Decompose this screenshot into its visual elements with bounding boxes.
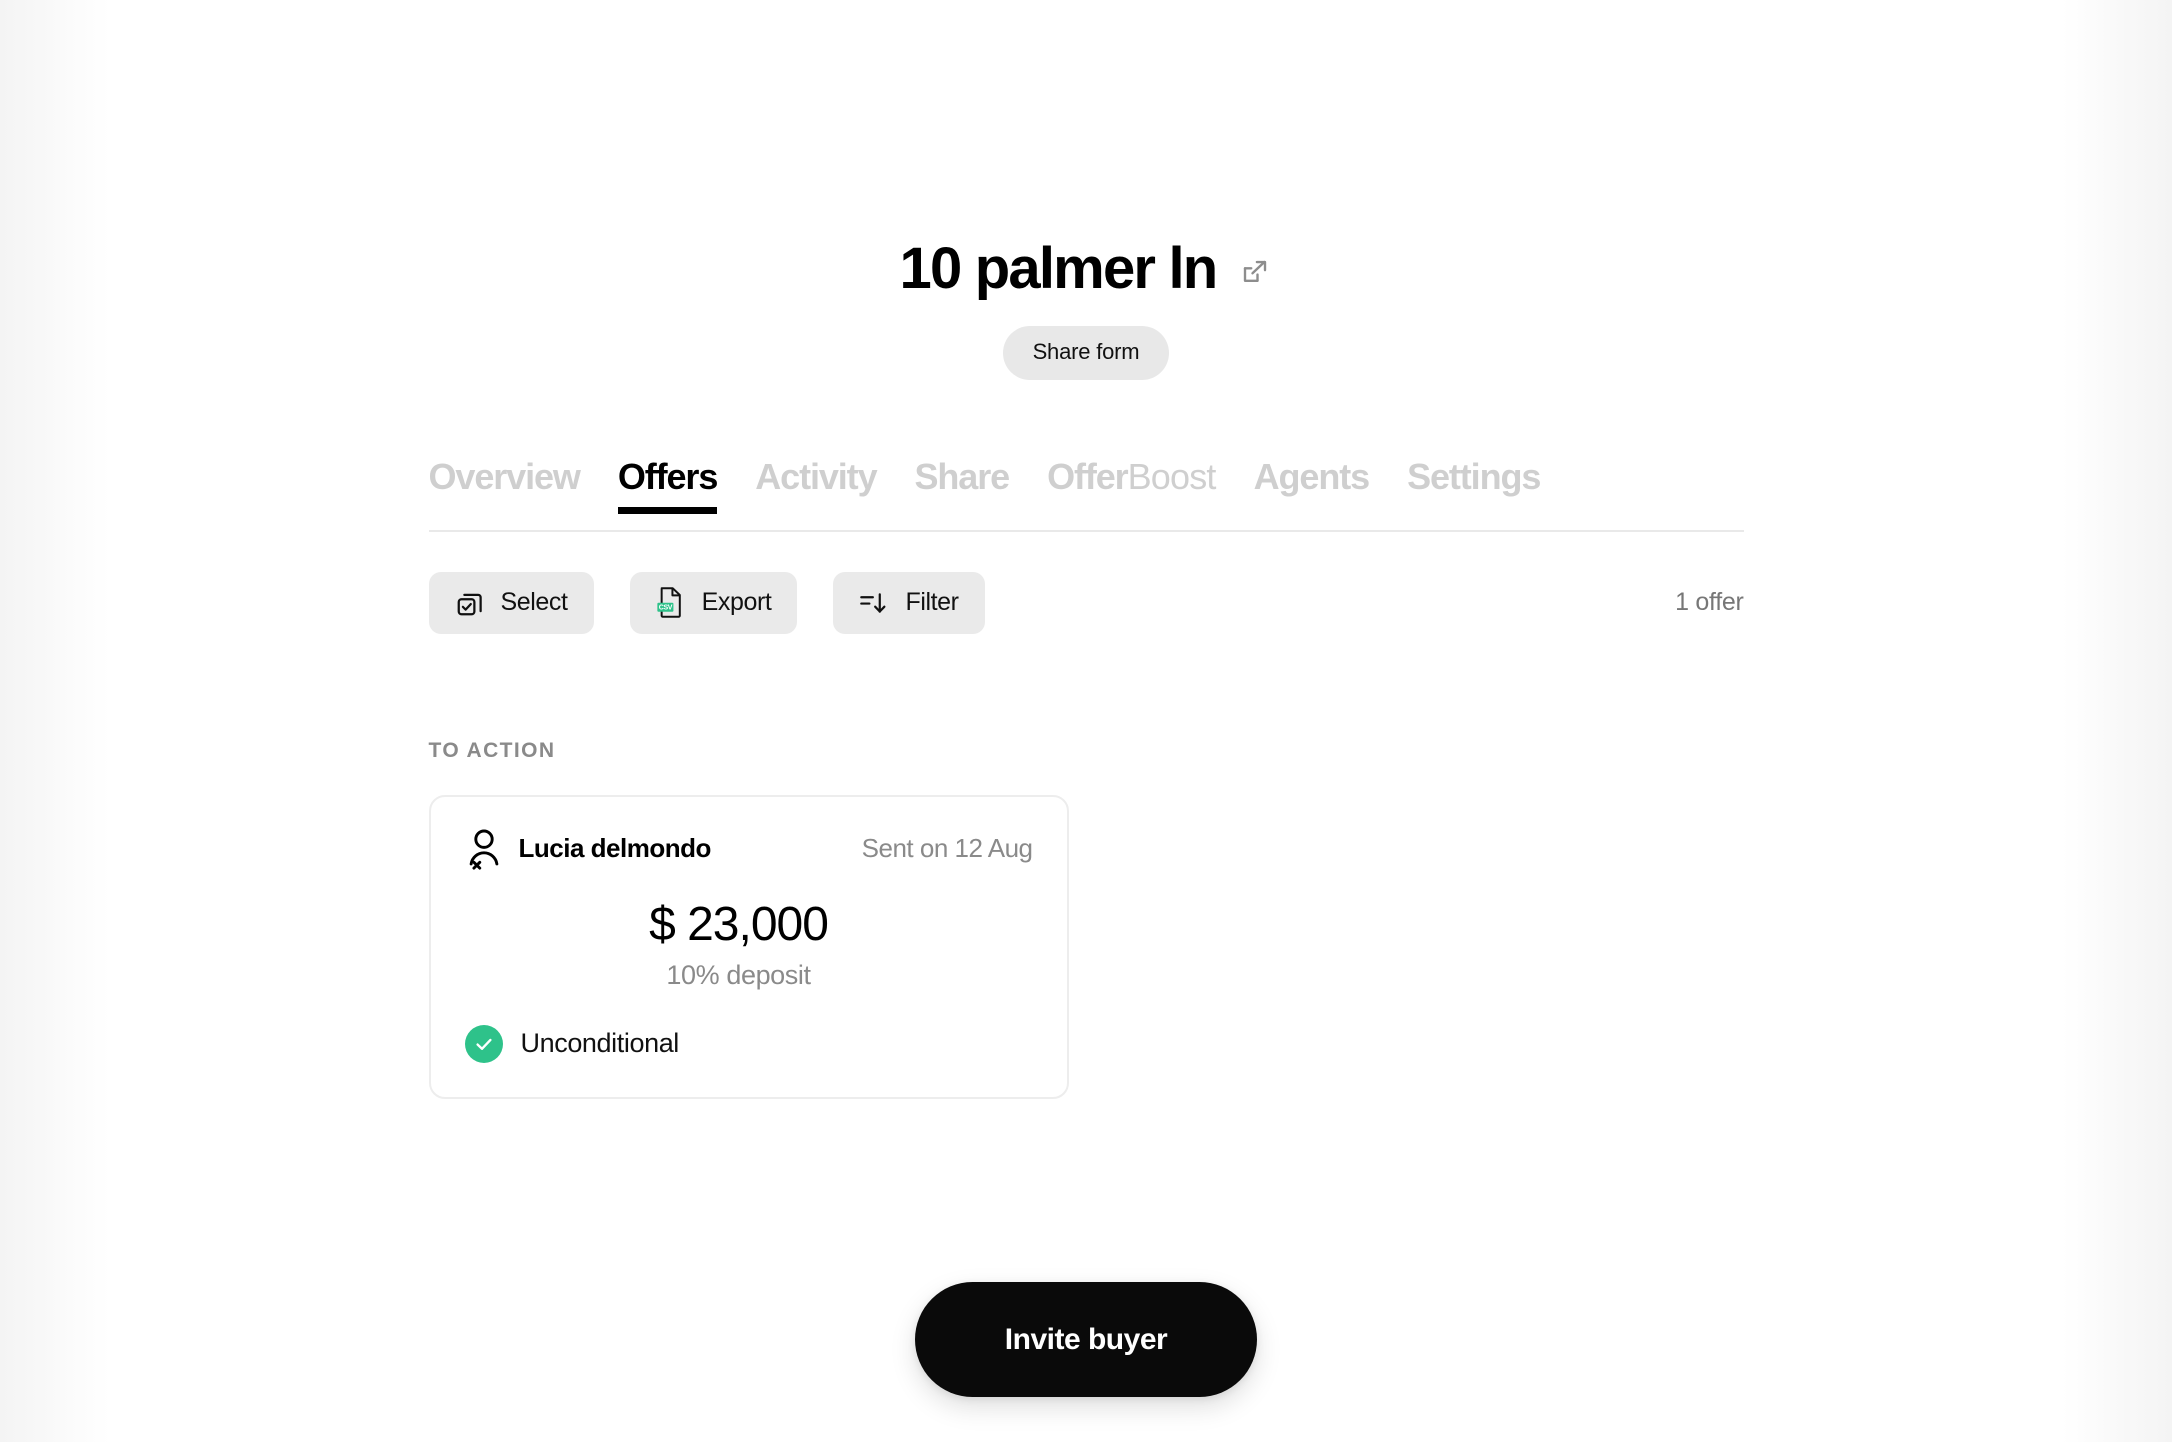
offer-card[interactable]: Lucia delmondo Sent on 12 Aug $ 23,000 1… [428, 794, 1069, 1099]
tabs-container: Overview Offers Activity Share OfferBoos… [428, 458, 1744, 532]
invite-buyer-button[interactable]: Invite buyer [915, 1282, 1257, 1397]
page-title: 10 palmer ln [899, 236, 1219, 301]
tabs-list: Overview Offers Activity Share OfferBoos… [429, 458, 1744, 530]
offer-deposit: 10% deposit [666, 959, 811, 990]
offer-card-header: Lucia delmondo Sent on 12 Aug [465, 827, 1033, 871]
offer-count: 1 offer [1675, 588, 1744, 617]
share-form-button[interactable]: Share form [1002, 326, 1170, 380]
select-button[interactable]: Select [428, 571, 594, 634]
tab-activity[interactable]: Activity [755, 458, 877, 512]
buyer-name: Lucia delmondo [518, 833, 712, 864]
offer-condition-label: Unconditional [520, 1028, 680, 1059]
user-x-icon [465, 827, 503, 871]
export-button[interactable]: CSV Export [629, 571, 798, 634]
tab-settings[interactable]: Settings [1407, 458, 1541, 512]
tabs-divider [428, 529, 1744, 532]
tab-overview[interactable]: Overview [429, 458, 581, 512]
tab-offerboost-soft: Boost [1127, 456, 1217, 497]
select-button-label: Select [500, 588, 568, 617]
offer-condition-row: Unconditional [464, 1024, 1033, 1063]
cta-container: Invite buyer [0, 1282, 2172, 1397]
offers-toolbar: Select CSV Export Filter 1 offer [428, 571, 1744, 634]
tab-offers[interactable]: Offers [617, 458, 718, 514]
tab-offerboost[interactable]: OfferBoost [1047, 458, 1216, 512]
title-row: 10 palmer ln [110, 240, 2062, 298]
share-form-row: Share form [110, 326, 2062, 380]
tab-agents[interactable]: Agents [1254, 458, 1371, 512]
offer-amount: $ 23,000 [649, 897, 829, 951]
svg-text:CSV: CSV [658, 605, 672, 612]
page-content: 10 palmer ln Share form Overview Offers … [110, 0, 2062, 1442]
select-stack-check-icon [455, 588, 485, 618]
page-header: 10 palmer ln Share form [110, 0, 2062, 380]
external-link-icon[interactable] [1238, 255, 1272, 289]
filter-button-label: Filter [905, 588, 959, 617]
section-label-to-action: TO ACTION [428, 738, 556, 762]
csv-file-icon: CSV [656, 586, 686, 619]
export-button-label: Export [701, 588, 772, 617]
sort-descending-icon [859, 589, 889, 617]
filter-button[interactable]: Filter [833, 571, 985, 634]
tab-offerboost-strong: Offer [1047, 456, 1129, 497]
tab-share[interactable]: Share [915, 458, 1011, 512]
app-viewport: 10 palmer ln Share form Overview Offers … [0, 0, 2172, 1442]
check-circle-icon [464, 1024, 503, 1063]
offer-sent-date: Sent on 12 Aug [861, 833, 1033, 864]
offers-list-container: TO ACTION Lucia delmondo Sent on 12 Aug [428, 738, 1744, 1099]
